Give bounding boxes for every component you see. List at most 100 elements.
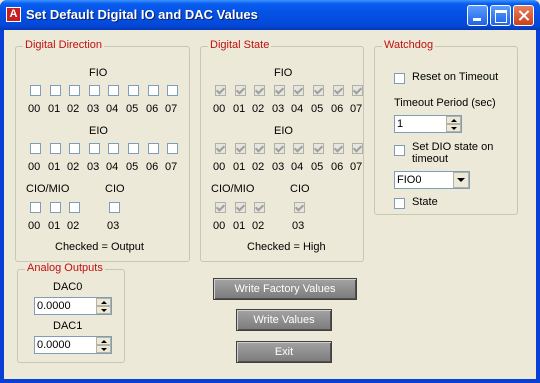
watchdog-title: Watchdog [382, 39, 436, 51]
state-ciomio-label: 00 [213, 220, 226, 232]
state-fio-checkbox[interactable] [254, 85, 265, 96]
direction-fio-checkbox[interactable] [30, 85, 41, 96]
close-button[interactable] [513, 5, 534, 26]
state-fio-label: 05 [311, 103, 324, 115]
direction-fio-checkbox[interactable] [69, 85, 80, 96]
state-fio-label: 01 [233, 103, 246, 115]
state-eio-label: 01 [233, 161, 246, 173]
write-factory-values-button[interactable]: Write Factory Values [213, 278, 357, 300]
spin-down-icon[interactable] [96, 306, 111, 314]
exit-button[interactable]: Exit [236, 341, 332, 363]
spinner-arrows [96, 337, 111, 353]
direction-ciomio-label: 02 [67, 220, 80, 232]
watchdog-state-checkbox[interactable] [394, 198, 405, 209]
chevron-down-icon[interactable] [453, 172, 469, 188]
spin-up-icon[interactable] [446, 116, 461, 124]
spinner-arrows [96, 298, 111, 314]
labjack-a-icon: A [6, 7, 21, 22]
direction-fio-checkbox[interactable] [50, 85, 61, 96]
state-fio-checkbox[interactable] [313, 85, 324, 96]
minimize-button[interactable] [467, 5, 488, 26]
direction-eio-checkbox[interactable] [50, 143, 61, 154]
direction-fio-checkbox[interactable] [108, 85, 119, 96]
reset-on-timeout-checkbox[interactable] [394, 73, 405, 84]
direction-fio-checkbox[interactable] [167, 85, 178, 96]
spinner-arrows [446, 116, 461, 132]
digital-direction-group: Digital Direction FIO 00 01 02 03 04 05 06 07 EIO… [15, 39, 190, 262]
direction-eio-checkbox[interactable] [89, 143, 100, 154]
state-fio-checkbox[interactable] [333, 85, 344, 96]
spin-down-icon[interactable] [96, 345, 111, 353]
direction-cio-checkbox[interactable] [109, 202, 120, 213]
dio-channel-value: FIO0 [397, 174, 422, 186]
spin-down-icon[interactable] [446, 124, 461, 132]
direction-fio-checkbox[interactable] [89, 85, 100, 96]
state-eio-checkbox[interactable] [274, 143, 285, 154]
direction-cio-label: 03 [107, 220, 120, 232]
dialog-client-area: Digital Direction FIO 00 01 02 03 04 05 06 07 EIO… [4, 30, 536, 379]
direction-eio-checkbox[interactable] [148, 143, 159, 154]
watchdog-state-label: State [412, 196, 438, 208]
state-eio-checkbox[interactable] [215, 143, 226, 154]
state-ciomio-checkbox[interactable] [235, 202, 246, 213]
direction-ciomio-checkbox[interactable] [69, 202, 80, 213]
reset-on-timeout-label: Reset on Timeout [412, 71, 499, 83]
state-eio-checkbox[interactable] [352, 143, 363, 154]
direction-fio-label: 01 [48, 103, 61, 115]
dac1-spinner[interactable]: 0.0000 [34, 336, 112, 354]
direction-fio-checkbox[interactable] [128, 85, 139, 96]
direction-ciomio-heading: CIO/MIO [26, 183, 70, 195]
state-eio-checkbox[interactable] [293, 143, 304, 154]
direction-eio-checkbox[interactable] [69, 143, 80, 154]
state-ciomio-checkbox[interactable] [215, 202, 226, 213]
state-fio-checkbox[interactable] [352, 85, 363, 96]
timeout-period-label: Timeout Period (sec) [394, 97, 496, 109]
direction-cio-heading: CIO [105, 183, 125, 195]
state-eio-label: 03 [272, 161, 285, 173]
analog-outputs-group: Analog Outputs DAC0 0.0000 DAC1 0.0000 [17, 262, 125, 363]
dac1-label: DAC1 [53, 320, 83, 332]
state-fio-label: 07 [350, 103, 363, 115]
state-fio-checkbox[interactable] [235, 85, 246, 96]
timeout-period-value: 1 [397, 118, 404, 130]
state-fio-checkbox[interactable] [293, 85, 304, 96]
dac0-spinner[interactable]: 0.0000 [34, 297, 112, 315]
state-fio-checkbox[interactable] [274, 85, 285, 96]
dialog-window: A Set Default Digital IO and DAC Values … [0, 0, 540, 383]
write-values-button[interactable]: Write Values [236, 309, 332, 331]
state-eio-checkbox[interactable] [333, 143, 344, 154]
set-dio-state-label: Set DIO state on [412, 141, 494, 153]
direction-eio-label: 04 [106, 161, 119, 173]
set-dio-state-checkbox[interactable] [394, 145, 405, 156]
state-cio-label: 03 [292, 220, 305, 232]
digital-state-group: Digital State FIO 00 01 02 03 04 05 06 07 EIO 00 01… [200, 39, 364, 262]
state-fio-label: 00 [213, 103, 226, 115]
timeout-period-spinner[interactable]: 1 [394, 115, 462, 133]
direction-fio-checkbox[interactable] [148, 85, 159, 96]
state-cio-checkbox[interactable] [294, 202, 305, 213]
state-eio-checkbox[interactable] [313, 143, 324, 154]
direction-eio-checkbox[interactable] [128, 143, 139, 154]
state-fio-label: 04 [291, 103, 304, 115]
direction-eio-checkbox[interactable] [108, 143, 119, 154]
state-eio-checkbox[interactable] [254, 143, 265, 154]
title-bar[interactable]: A Set Default Digital IO and DAC Values [0, 0, 540, 30]
watchdog-group: Watchdog Reset on Timeout Timeout Period… [374, 39, 518, 215]
direction-ciomio-checkbox[interactable] [50, 202, 61, 213]
direction-eio-checkbox[interactable] [167, 143, 178, 154]
state-fio-checkbox[interactable] [215, 85, 226, 96]
direction-ciomio-checkbox[interactable] [30, 202, 41, 213]
state-eio-label: 02 [252, 161, 265, 173]
spin-up-icon[interactable] [96, 298, 111, 306]
direction-fio-label: 05 [126, 103, 139, 115]
dio-channel-select[interactable]: FIO0 [394, 171, 470, 189]
state-footer-note: Checked = High [247, 241, 326, 253]
state-eio-checkbox[interactable] [235, 143, 246, 154]
direction-eio-label: 02 [67, 161, 80, 173]
direction-eio-checkbox[interactable] [30, 143, 41, 154]
spin-up-icon[interactable] [96, 337, 111, 345]
direction-ciomio-label: 00 [28, 220, 41, 232]
state-ciomio-checkbox[interactable] [254, 202, 265, 213]
state-fio-label: 02 [252, 103, 265, 115]
maximize-button[interactable] [490, 5, 511, 26]
